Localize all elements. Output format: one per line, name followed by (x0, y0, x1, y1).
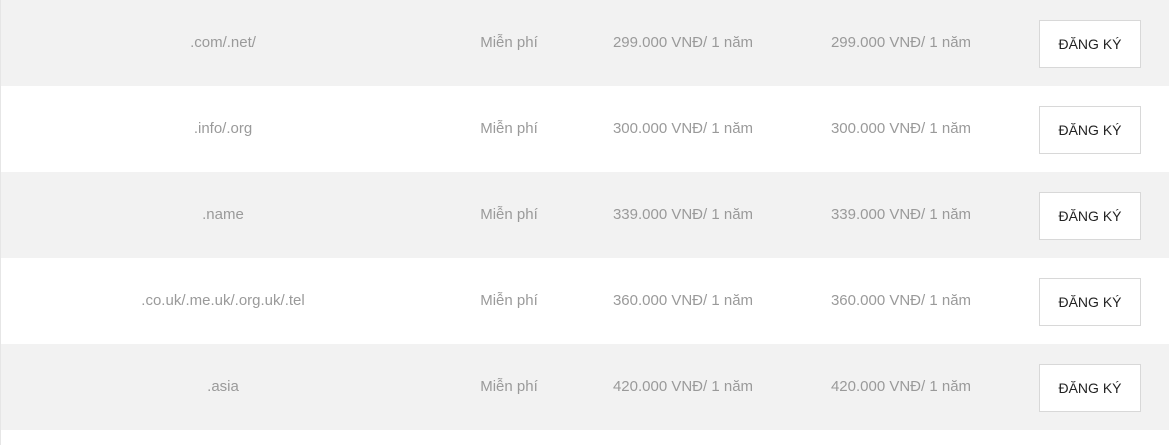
register-button[interactable]: ĐĂNG KÝ (1039, 20, 1141, 68)
setup-fee: Miễn phí (480, 378, 538, 395)
renew-price: 299.000 VNĐ/ 1 năm (830, 34, 972, 51)
setup-fee: Miễn phí (480, 206, 538, 223)
domain-extension: .asia (207, 378, 239, 395)
register-price: 300.000 VNĐ/ 1 năm (612, 120, 754, 137)
renew-price: 339.000 VNĐ/ 1 năm (830, 206, 972, 223)
register-button[interactable]: ĐĂNG KÝ (1039, 278, 1141, 326)
domain-extension: .info/.org (193, 120, 253, 137)
register-price: 420.000 VNĐ/ 1 năm (612, 378, 754, 395)
table-row: .com/.net/ Miễn phí 299.000 VNĐ/ 1 năm 2… (1, 0, 1169, 86)
next-row-edge (1, 430, 1169, 445)
register-price: 339.000 VNĐ/ 1 năm (612, 206, 754, 223)
domain-extension: .com/.net/ (190, 34, 256, 51)
renew-price: 300.000 VNĐ/ 1 năm (830, 120, 972, 137)
register-button[interactable]: ĐĂNG KÝ (1039, 192, 1141, 240)
register-button[interactable]: ĐĂNG KÝ (1039, 364, 1141, 412)
register-price: 360.000 VNĐ/ 1 năm (612, 292, 754, 309)
register-price: 299.000 VNĐ/ 1 năm (612, 34, 754, 51)
table-row: .co.uk/.me.uk/.org.uk/.tel Miễn phí 360.… (1, 258, 1169, 344)
setup-fee: Miễn phí (480, 34, 538, 51)
domain-pricing-table: .com/.net/ Miễn phí 299.000 VNĐ/ 1 năm 2… (0, 0, 1169, 445)
table-row: .info/.org Miễn phí 300.000 VNĐ/ 1 năm 3… (1, 86, 1169, 172)
register-button[interactable]: ĐĂNG KÝ (1039, 106, 1141, 154)
domain-extension: .name (202, 206, 244, 223)
table-row: .asia Miễn phí 420.000 VNĐ/ 1 năm 420.00… (1, 344, 1169, 430)
table-row: .name Miễn phí 339.000 VNĐ/ 1 năm 339.00… (1, 172, 1169, 258)
setup-fee: Miễn phí (480, 120, 538, 137)
setup-fee: Miễn phí (480, 292, 538, 309)
renew-price: 360.000 VNĐ/ 1 năm (830, 292, 972, 309)
domain-extension: .co.uk/.me.uk/.org.uk/.tel (141, 292, 305, 309)
renew-price: 420.000 VNĐ/ 1 năm (830, 378, 972, 395)
